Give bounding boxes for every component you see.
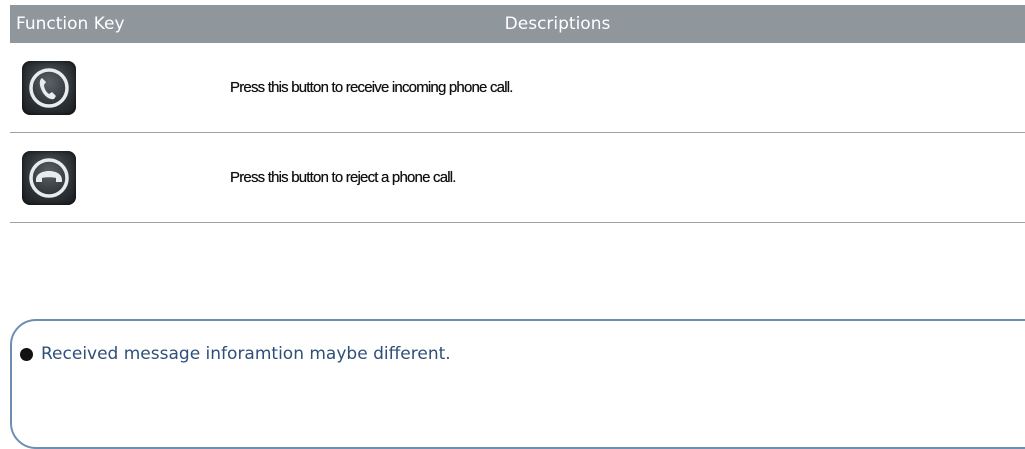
table-header: Function Key Descriptions <box>10 5 1025 43</box>
function-key-cell <box>10 150 230 205</box>
row-description: Press this button to receive incoming ph… <box>230 79 513 96</box>
note-text: Received message inforamtion maybe diffe… <box>41 344 451 364</box>
answer-call-icon <box>22 60 76 115</box>
note-box <box>10 319 1025 449</box>
bullet-icon <box>20 347 33 361</box>
function-key-cell <box>10 60 230 115</box>
table-row: Press this button to receive incoming ph… <box>10 43 1025 133</box>
note-item: Received message inforamtion maybe diffe… <box>20 344 451 364</box>
table-row: Press this button to reject a phone call… <box>10 133 1025 223</box>
reject-call-icon <box>22 150 76 205</box>
header-descriptions: Descriptions <box>504 14 611 34</box>
header-function-key: Function Key <box>16 14 125 34</box>
function-key-table: Function Key Descriptions Press this but… <box>10 5 1025 223</box>
row-description: Press this button to reject a phone call… <box>230 169 456 186</box>
